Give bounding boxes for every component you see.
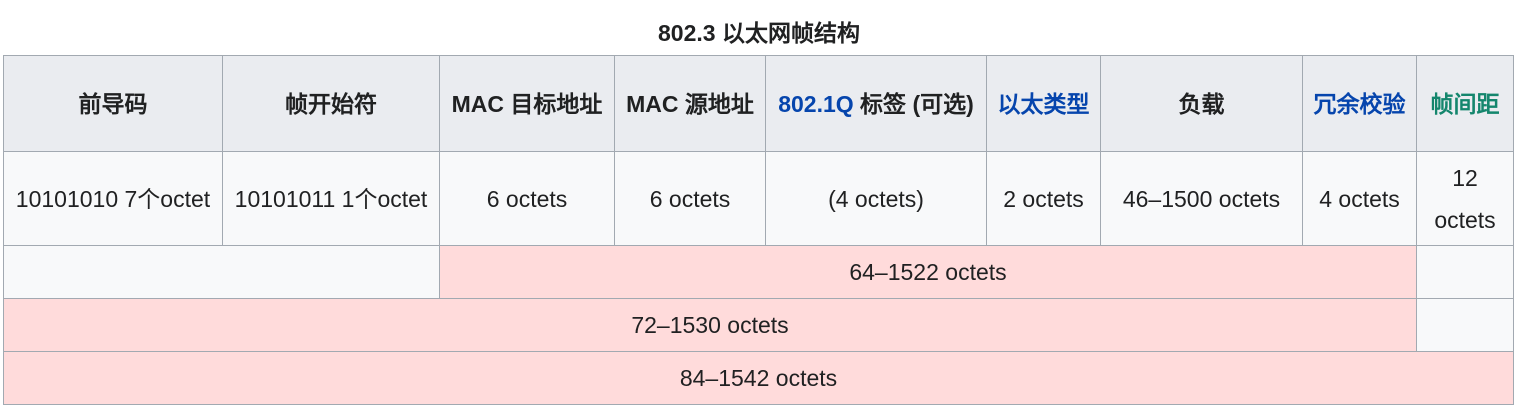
cell-packet-total: 72–1530 octets (3, 298, 1417, 352)
vlan-8021q-link[interactable]: 802.1Q (778, 91, 853, 117)
size-row: 10101010 7个octet 10101011 1个octet 6 octe… (3, 151, 1514, 246)
cell-fcs-size: 4 octets (1302, 151, 1417, 246)
empty-cell (1416, 245, 1514, 299)
header-interframe-gap: 帧间距 (1416, 55, 1514, 152)
gap-total-row: 84–1542 octets (3, 351, 1514, 405)
ethernet-frame-table: 前导码 帧开始符 MAC 目标地址 MAC 源地址 802.1Q 标签 (可选)… (3, 55, 1514, 405)
cell-frame-total: 64–1522 octets (439, 245, 1417, 299)
vlan-tag-label: 标签 (可选) (853, 90, 974, 117)
header-fcs: 冗余校验 (1302, 55, 1417, 152)
header-ethertype: 以太类型 (986, 55, 1101, 152)
cell-preamble-size: 10101010 7个octet (3, 151, 223, 246)
header-payload: 负载 (1100, 55, 1303, 152)
cell-mac-destination-size: 6 octets (439, 151, 615, 246)
ethertype-link[interactable]: 以太类型 (998, 91, 1090, 117)
cell-vlan-tag-size: (4 octets) (765, 151, 987, 246)
header-sfd: 帧开始符 (222, 55, 440, 152)
interframe-gap-link[interactable]: 帧间距 (1431, 91, 1500, 117)
cell-sfd-size: 10101011 1个octet (222, 151, 440, 246)
header-mac-source: MAC 源地址 (614, 55, 766, 152)
cell-total-with-gap: 84–1542 octets (3, 351, 1514, 405)
empty-cell (1416, 298, 1514, 352)
fcs-link[interactable]: 冗余校验 (1314, 91, 1406, 117)
frame-total-row: 64–1522 octets (3, 245, 1514, 299)
ethernet-frame-figure: 802.3 以太网帧结构 前导码 帧开始符 MAC 目标地址 MAC 源地址 8… (0, 0, 1518, 415)
header-mac-destination: MAC 目标地址 (439, 55, 615, 152)
cell-mac-source-size: 6 octets (614, 151, 766, 246)
header-preamble: 前导码 (3, 55, 223, 152)
header-row: 前导码 帧开始符 MAC 目标地址 MAC 源地址 802.1Q 标签 (可选)… (3, 55, 1514, 152)
packet-total-row: 72–1530 octets (3, 298, 1514, 352)
cell-payload-size: 46–1500 octets (1100, 151, 1303, 246)
cell-interframe-gap-size: 12 octets (1416, 151, 1514, 246)
table-caption: 802.3 以太网帧结构 (658, 20, 860, 46)
empty-cell (3, 245, 440, 299)
header-vlan-tag: 802.1Q 标签 (可选) (765, 55, 987, 152)
cell-ethertype-size: 2 octets (986, 151, 1101, 246)
